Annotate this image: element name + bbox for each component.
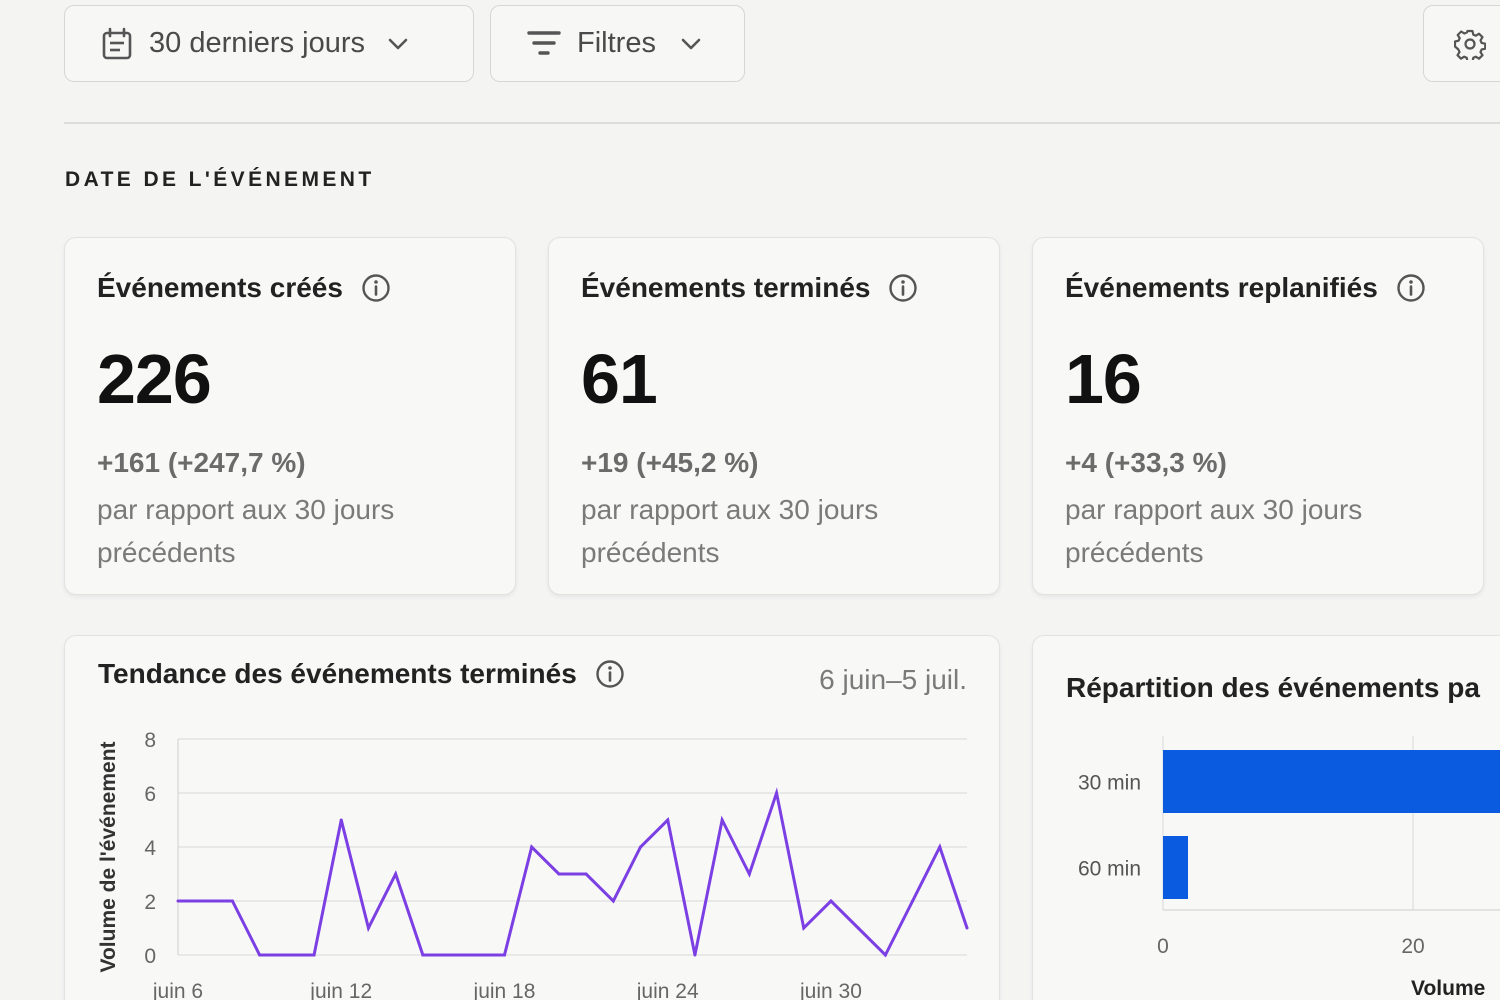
- calendar-icon: [102, 27, 132, 59]
- data-point: [258, 953, 262, 957]
- data-point: [584, 872, 588, 876]
- filter-icon: [527, 30, 561, 55]
- section-title: DATE DE L'ÉVÉNEMENT: [65, 168, 375, 191]
- data-point: [339, 818, 343, 822]
- x-tick-label: juin 12: [309, 980, 372, 1000]
- y-axis-label: Volume de l'événement: [97, 741, 120, 972]
- kpi-title: Événements créés: [97, 272, 343, 303]
- kpi-value: 226: [97, 340, 212, 418]
- data-point: [693, 953, 697, 957]
- data-point: [421, 953, 425, 957]
- data-point: [530, 845, 534, 849]
- data-point: [285, 953, 289, 957]
- kpi-comparison: par rapport aux 30 jours précédents: [97, 494, 395, 568]
- x-axis-label: Volume: [1411, 977, 1485, 1000]
- y-tick-label: 8: [144, 729, 156, 752]
- trend-chart-card: Tendance des événements terminés 6 juin–…: [64, 635, 1000, 1000]
- kpi-value: 61: [581, 340, 658, 418]
- kpi-value: 16: [1065, 340, 1142, 418]
- data-point: [938, 845, 942, 849]
- kpi-card-rescheduled: Événements replanifiés 16 +4 (+33,3 %) p…: [1032, 237, 1484, 595]
- info-icon[interactable]: [888, 273, 918, 303]
- kpi-delta: +19 (+45,2 %): [581, 447, 759, 478]
- date-range-label: 30 derniers jours: [149, 27, 365, 59]
- data-point: [502, 953, 506, 957]
- data-point: [557, 872, 561, 876]
- data-point: [611, 899, 615, 903]
- data-point: [394, 872, 398, 876]
- kpi-delta: +4 (+33,3 %): [1065, 447, 1227, 478]
- data-point: [775, 791, 779, 795]
- kpi-comparison: par rapport aux 30 jours précédents: [581, 494, 879, 568]
- y-tick-label: 0: [144, 945, 156, 968]
- bar: [1163, 836, 1188, 899]
- kpi-title: Événements replanifiés: [1065, 272, 1378, 303]
- y-tick-label: 2: [144, 891, 156, 914]
- settings-button[interactable]: [1423, 5, 1500, 82]
- x-tick-label: juin 24: [636, 980, 699, 1000]
- data-point: [911, 899, 915, 903]
- chevron-down-icon: [388, 38, 408, 49]
- data-point: [203, 899, 207, 903]
- info-icon[interactable]: [361, 273, 391, 303]
- kpi-title: Événements terminés: [581, 272, 871, 303]
- data-point: [475, 953, 479, 957]
- date-range-dropdown[interactable]: 30 derniers jours: [64, 5, 474, 82]
- x-tick-label: juin 18: [473, 980, 536, 1000]
- kpi-delta: +161 (+247,7 %): [97, 447, 306, 478]
- data-point: [666, 818, 670, 822]
- bar: [1163, 750, 1500, 813]
- x-tick-label: 0: [1157, 935, 1169, 958]
- breakdown-chart-card: Répartition des événements pa 0 20 30 min 6…: [1032, 635, 1500, 1000]
- x-tick-label: 20: [1401, 935, 1424, 958]
- data-point: [747, 872, 751, 876]
- info-icon[interactable]: [1396, 273, 1426, 303]
- y-tick-label: 6: [144, 783, 156, 806]
- kpi-card-created: Événements créés 226 +161 (+247,7 %) par…: [64, 237, 516, 595]
- data-point: [802, 926, 806, 930]
- category-label: 30 min: [1078, 772, 1141, 795]
- category-label: 60 min: [1078, 858, 1141, 881]
- trend-line-chart: 0 2 4 6 8 juin 6 juin 12 juin 18 juin 24 juin 30 V…: [97, 729, 969, 1000]
- data-point: [312, 953, 316, 957]
- data-point: [965, 926, 969, 930]
- y-tick-label: 4: [144, 837, 156, 860]
- series-line: [178, 787, 969, 958]
- gear-icon: [1454, 29, 1486, 60]
- breakdown-bar-chart: 0 20 30 min 60 min Volume: [1078, 736, 1500, 1000]
- filters-label: Filtres: [577, 27, 656, 59]
- data-point: [829, 899, 833, 903]
- data-point: [639, 845, 643, 849]
- toolbar-divider: [64, 122, 1500, 124]
- data-point: [176, 899, 180, 903]
- filters-dropdown[interactable]: Filtres: [490, 5, 745, 82]
- data-point: [883, 953, 887, 957]
- data-point: [366, 926, 370, 930]
- data-point: [448, 953, 452, 957]
- kpi-comparison: par rapport aux 30 jours précédents: [1065, 494, 1363, 568]
- chevron-down-icon: [681, 38, 701, 49]
- x-tick-label: juin 6: [152, 980, 203, 1000]
- data-point: [720, 818, 724, 822]
- kpi-card-completed: Événements terminés 61 +19 (+45,2 %) par…: [548, 237, 1000, 595]
- x-tick-label: juin 30: [799, 980, 862, 1000]
- data-point: [230, 899, 234, 903]
- data-point: [856, 926, 860, 930]
